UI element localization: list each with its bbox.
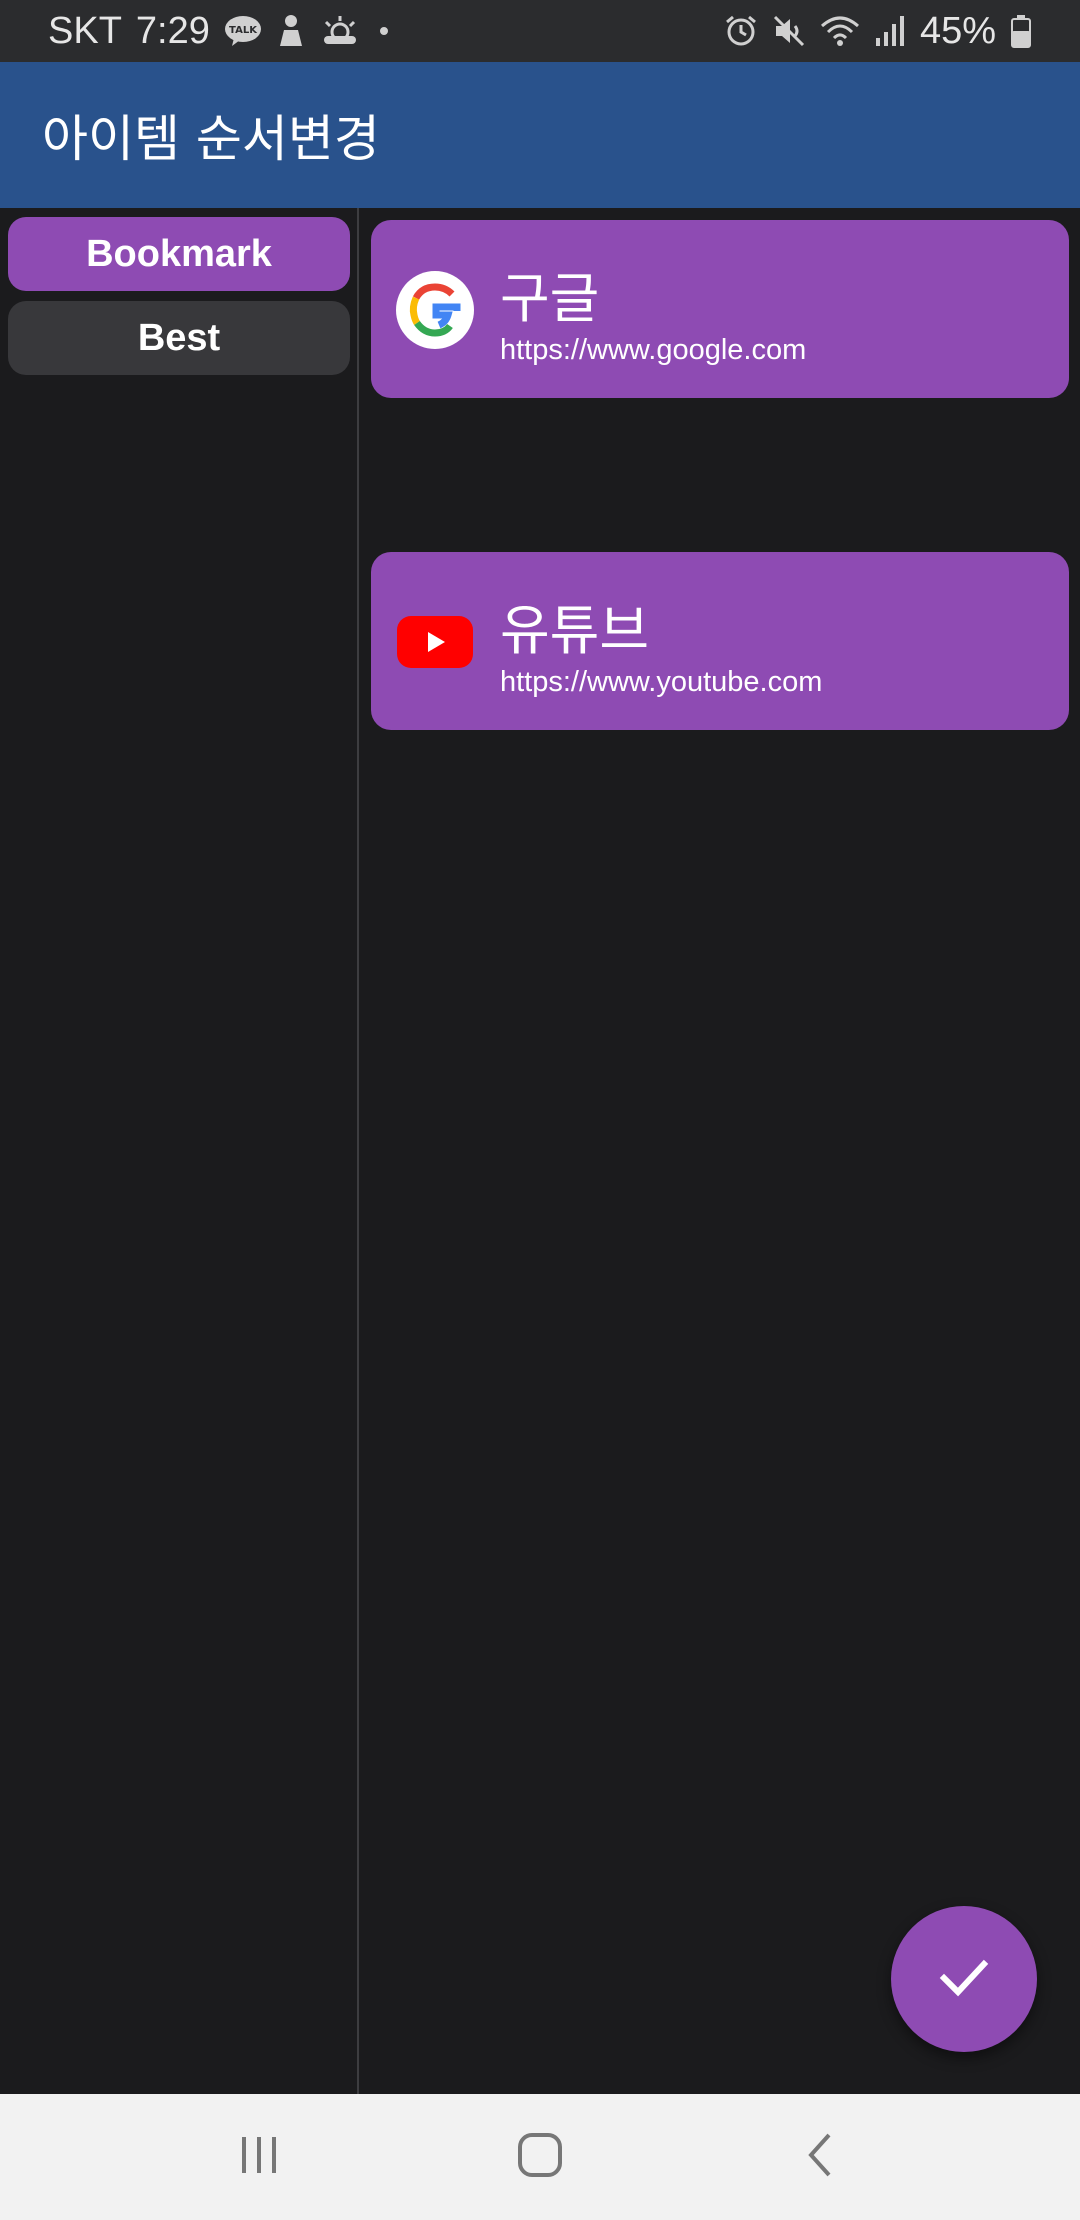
person-icon xyxy=(276,14,306,48)
app-bar: 아이템 순서변경 xyxy=(0,62,1080,208)
item-url: https://www.google.com xyxy=(500,334,807,366)
category-best-button[interactable]: Best xyxy=(8,301,350,375)
content-area: Bookmark Best 구글 https://www.google.com … xyxy=(0,208,1080,2094)
check-icon xyxy=(934,1947,994,2012)
battery-percent: 45% xyxy=(919,9,996,52)
wifi-icon xyxy=(820,14,860,48)
list-item-youtube[interactable]: 유튜브 https://www.youtube.com xyxy=(371,552,1069,730)
kakaotalk-icon: TALK xyxy=(224,14,262,48)
category-bookmark-button[interactable]: Bookmark xyxy=(8,217,350,291)
status-left: SKT 7:29 TALK xyxy=(48,10,394,53)
item-title: 유튜브 xyxy=(500,599,650,662)
item-url: https://www.youtube.com xyxy=(500,666,823,698)
navigation-bar xyxy=(0,2094,1080,2220)
alarm-icon xyxy=(724,14,758,48)
weather-icon xyxy=(320,14,360,48)
svg-text:TALK: TALK xyxy=(229,25,258,36)
home-button[interactable] xyxy=(480,2094,600,2220)
google-icon xyxy=(395,270,475,350)
back-icon xyxy=(801,2131,841,2184)
confirm-button[interactable] xyxy=(891,1906,1037,2052)
signal-icon xyxy=(874,14,906,48)
home-icon xyxy=(516,2131,564,2184)
page-title: 아이템 순서변경 xyxy=(42,110,380,168)
status-right: 45% xyxy=(724,10,1032,53)
recent-apps-icon xyxy=(237,2133,281,2182)
list-item-google[interactable]: 구글 https://www.google.com xyxy=(371,220,1069,398)
category-list: Bookmark Best xyxy=(0,208,359,2094)
carrier-label: SKT xyxy=(48,9,122,52)
dot-icon xyxy=(374,21,394,41)
youtube-icon xyxy=(395,602,475,682)
status-bar: SKT 7:29 TALK 45% xyxy=(0,0,1080,62)
category-label: Bookmark xyxy=(86,232,272,275)
item-title: 구글 xyxy=(500,267,600,330)
back-button[interactable] xyxy=(761,2094,881,2220)
mute-icon xyxy=(772,14,806,48)
category-label: Best xyxy=(137,316,221,359)
recent-apps-button[interactable] xyxy=(199,2094,319,2220)
clock: 7:29 xyxy=(135,9,210,52)
battery-icon xyxy=(1010,14,1032,48)
